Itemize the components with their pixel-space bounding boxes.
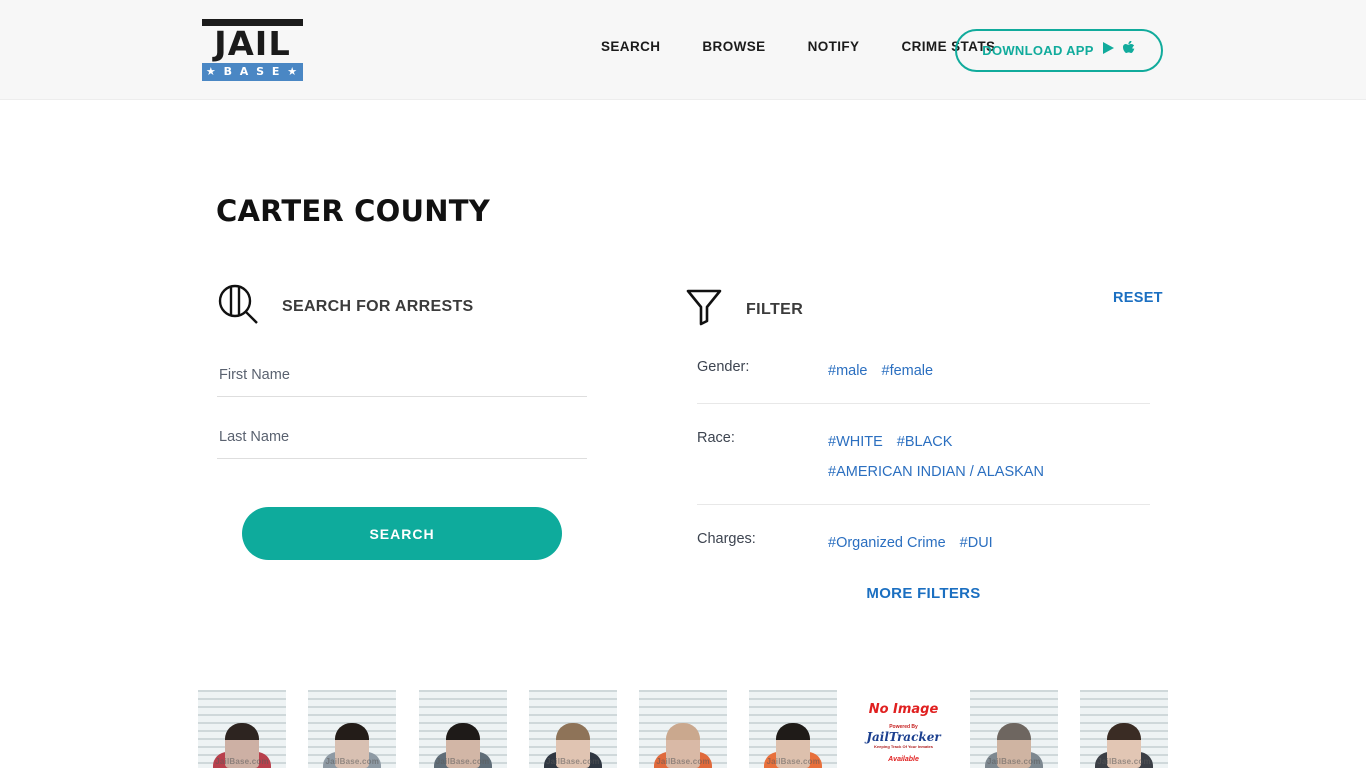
- filter-panel-title: FILTER: [746, 300, 804, 318]
- nav-item-browse[interactable]: BROWSE: [681, 39, 786, 54]
- mugshot-thumbnail[interactable]: JailBase.com: [1080, 690, 1168, 768]
- reset-filters-link[interactable]: RESET: [1113, 290, 1163, 306]
- filter-panel-header: FILTER: [686, 288, 803, 331]
- filter-tag-female[interactable]: #female: [882, 356, 934, 386]
- availability-label: Available: [888, 756, 919, 763]
- jailbase-logo[interactable]: JAIL ★ B A S E ★: [202, 19, 303, 81]
- page-title: CARTER COUNTY: [216, 194, 490, 228]
- mugshot-thumbnail[interactable]: JailBase.com: [198, 690, 286, 768]
- filter-row-charges: Charges: #Organized Crime #DUI: [697, 528, 1150, 558]
- filter-tag-dui[interactable]: #DUI: [960, 528, 993, 558]
- mugshot-thumbnail[interactable]: JailBase.com: [969, 690, 1058, 768]
- filter-tag-white[interactable]: #WHITE: [828, 427, 883, 457]
- last-name-input[interactable]: [217, 422, 587, 459]
- search-panel-header: SEARCH FOR ARRESTS: [216, 282, 474, 331]
- mugshot-watermark: JailBase.com: [986, 757, 1041, 766]
- main-navigation: SEARCH BROWSE NOTIFY CRIME STATS: [580, 39, 1016, 54]
- logo-base-text: ★ B A S E ★: [202, 63, 303, 81]
- filter-tags-charges: #Organized Crime #DUI: [828, 528, 993, 558]
- filter-row-gender: Gender: #male #female: [697, 356, 1150, 386]
- filter-tags-race: #WHITE #BLACK #AMERICAN INDIAN / ALASKAN: [828, 427, 1148, 487]
- jailtracker-tagline: Keeping Track Of Your Inmates: [874, 744, 933, 749]
- filter-tag-black[interactable]: #BLACK: [897, 427, 953, 457]
- jailtracker-brand: JailTracker: [866, 730, 941, 744]
- mugshot-thumbnail[interactable]: JailBase.com: [639, 690, 727, 768]
- funnel-icon: [686, 288, 722, 331]
- filter-tag-organized-crime[interactable]: #Organized Crime: [828, 528, 946, 558]
- google-play-icon: [1102, 41, 1115, 60]
- download-app-button[interactable]: DOWNLOAD APP: [955, 29, 1163, 72]
- mugshot-watermark: JailBase.com: [435, 757, 490, 766]
- filter-label-race: Race:: [697, 430, 735, 446]
- download-app-label: DOWNLOAD APP: [982, 43, 1094, 58]
- mugshot-thumbnail-strip: JailBase.com JailBase.com JailBase.com Jail…: [198, 690, 1168, 768]
- jail-magnifier-icon: [216, 282, 260, 331]
- filter-divider-1: [697, 403, 1150, 404]
- mugshot-watermark: JailBase.com: [325, 757, 380, 766]
- more-filters-link[interactable]: MORE FILTERS: [697, 585, 1150, 602]
- search-button[interactable]: SEARCH: [242, 507, 562, 560]
- mugshot-watermark: JailBase.com: [656, 757, 710, 766]
- mugshot-thumbnail[interactable]: JailBase.com: [749, 690, 838, 768]
- logo-jail-text: JAIL: [214, 24, 291, 63]
- apple-icon: [1122, 40, 1136, 61]
- no-image-title: No Image: [868, 702, 939, 717]
- search-panel-title: SEARCH FOR ARRESTS: [282, 297, 474, 315]
- first-name-input[interactable]: [217, 360, 587, 397]
- mugshot-thumbnail[interactable]: JailBase.com: [418, 690, 507, 768]
- filter-tag-american-indian-alaskan[interactable]: #AMERICAN INDIAN / ALASKAN: [828, 457, 1044, 487]
- mugshot-thumbnail[interactable]: No Image Powered By JailTracker Keeping Tra…: [859, 690, 948, 768]
- filter-label-gender: Gender:: [697, 359, 750, 375]
- nav-item-search[interactable]: SEARCH: [580, 39, 681, 54]
- mugshot-watermark: JailBase.com: [1097, 757, 1151, 766]
- mugshot-watermark: JailBase.com: [215, 757, 269, 766]
- mugshot-watermark: JailBase.com: [766, 757, 821, 766]
- filter-row-race: Race: #WHITE #BLACK #AMERICAN INDIAN / A…: [697, 427, 1150, 487]
- site-header: JAIL ★ B A S E ★ SEARCH BROWSE NOTIFY CR…: [0, 0, 1366, 100]
- filter-tag-male[interactable]: #male: [828, 356, 868, 386]
- filter-tags-gender: #male #female: [828, 356, 933, 386]
- mugshot-thumbnail[interactable]: JailBase.com: [528, 690, 617, 768]
- mugshot-watermark: JailBase.com: [545, 757, 600, 766]
- filter-divider-2: [697, 504, 1150, 505]
- mugshot-thumbnail[interactable]: JailBase.com: [308, 690, 397, 768]
- nav-item-notify[interactable]: NOTIFY: [787, 39, 881, 54]
- filter-label-charges: Charges:: [697, 531, 756, 547]
